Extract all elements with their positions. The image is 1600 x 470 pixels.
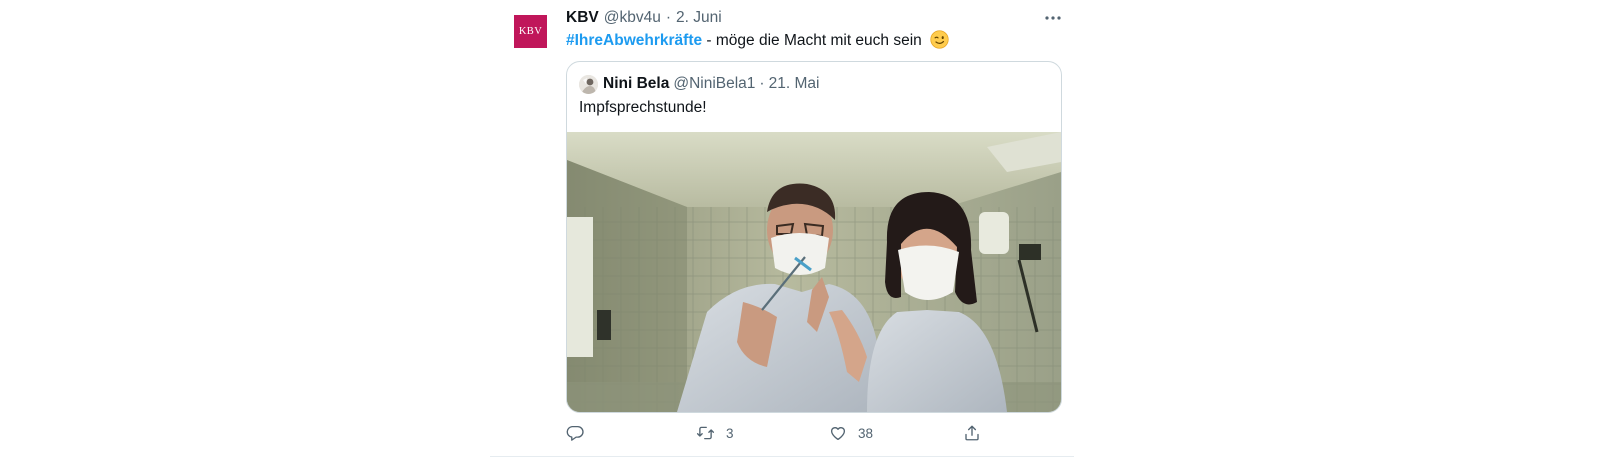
author-handle[interactable]: @kbv4u xyxy=(604,9,661,27)
tweet-actions: 3 38 xyxy=(566,421,1006,445)
share-button[interactable] xyxy=(963,421,981,445)
quoted-tweet-text: Impfsprechstunde! xyxy=(579,99,707,116)
reply-icon xyxy=(566,425,584,441)
wink-emoji-icon xyxy=(930,30,949,49)
tweet[interactable]: KBV KBV @kbv4u · 2. Juni #IhreAbwehrkräf… xyxy=(490,0,1074,457)
tweet-date[interactable]: 2. Juni xyxy=(676,9,722,27)
quoted-tweet-header: Nini Bela @NiniBela1 · 21. Mai xyxy=(579,74,819,94)
like-count: 38 xyxy=(858,425,874,441)
like-button[interactable]: 38 xyxy=(829,421,873,445)
quoted-author-avatar[interactable] xyxy=(579,74,598,94)
quoted-author-handle[interactable]: @NiniBela1 xyxy=(673,75,755,93)
quoted-author-name[interactable]: Nini Bela xyxy=(603,75,669,93)
tweet-header: KBV @kbv4u · 2. Juni xyxy=(566,8,722,28)
author-name[interactable]: KBV xyxy=(566,9,599,27)
avatar-logo-text: KBV xyxy=(518,26,543,37)
quoted-tweet-date[interactable]: 21. Mai xyxy=(769,75,820,93)
retweet-button[interactable]: 3 xyxy=(696,421,734,445)
quoted-tweet[interactable]: Nini Bela @NiniBela1 · 21. Mai Impfsprec… xyxy=(566,61,1062,413)
more-options-button[interactable] xyxy=(1041,8,1065,28)
tweet-body-text: - möge die Macht mit euch sein xyxy=(702,32,922,49)
retweet-icon xyxy=(696,426,715,440)
tweet-text: #IhreAbwehrkräfte - möge die Macht mit e… xyxy=(566,30,949,51)
separator-dot: · xyxy=(665,9,672,26)
hashtag-link[interactable]: #IhreAbwehrkräfte xyxy=(566,32,702,49)
quoted-tweet-photo[interactable] xyxy=(567,132,1061,412)
separator-dot: · xyxy=(759,75,765,92)
retweet-count: 3 xyxy=(726,425,734,441)
share-icon xyxy=(965,425,979,441)
heart-icon xyxy=(830,427,846,441)
reply-button[interactable] xyxy=(566,421,584,445)
more-icon xyxy=(1045,16,1061,20)
author-avatar[interactable]: KBV xyxy=(514,15,547,48)
